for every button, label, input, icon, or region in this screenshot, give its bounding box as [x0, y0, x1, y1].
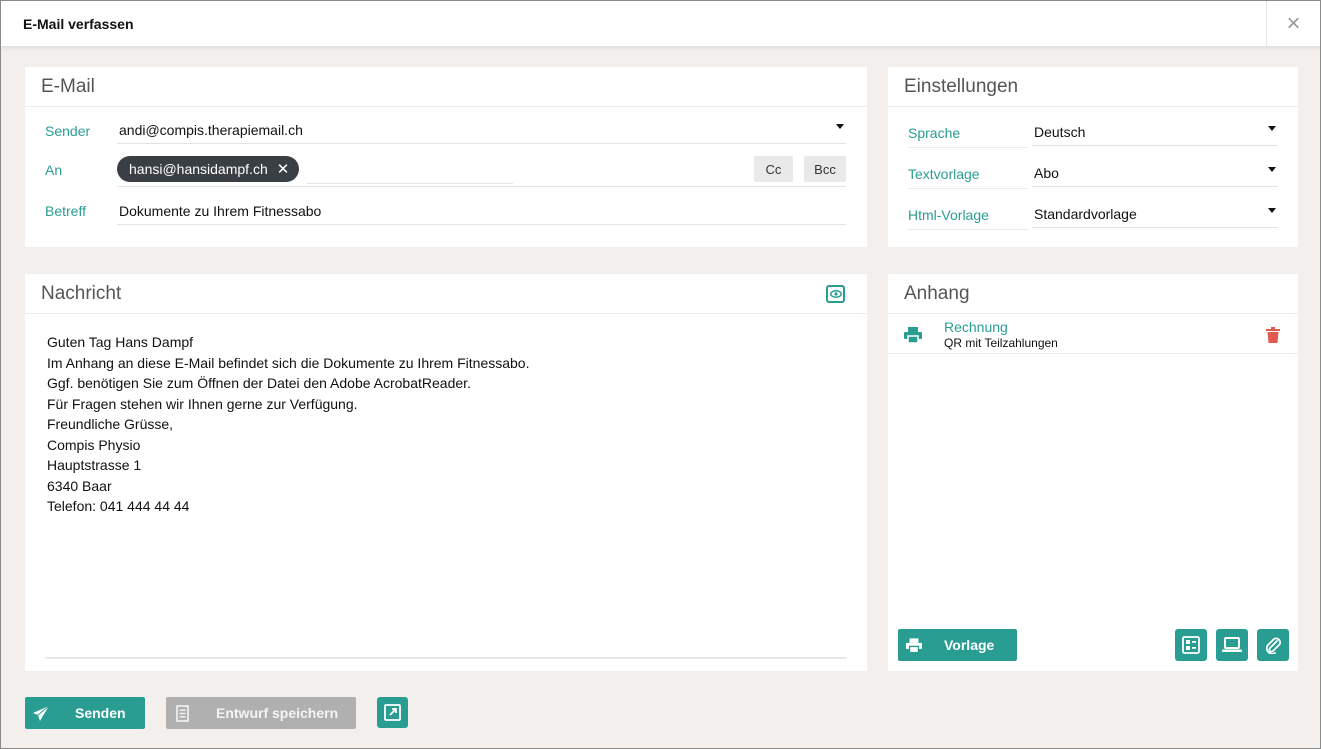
- attachment-panel: Anhang Rechnung QR mit Teilzahlungen Vor…: [888, 274, 1298, 671]
- attachment-panel-header: Anhang: [888, 274, 1298, 314]
- chevron-down-icon: [1268, 167, 1276, 172]
- computer-attachment-button[interactable]: [1216, 629, 1248, 661]
- paper-plane-icon: [33, 705, 50, 721]
- send-button-label: Senden: [75, 705, 126, 721]
- message-bottom-border: [45, 657, 847, 659]
- add-attachment-button[interactable]: [1257, 629, 1289, 661]
- bcc-button[interactable]: Bcc: [804, 156, 846, 182]
- sender-select[interactable]: andi@compis.therapiemail.ch: [117, 116, 846, 144]
- form-icon: [1182, 636, 1200, 654]
- attachment-title: Rechnung: [944, 319, 1008, 335]
- paperclip-icon: [1265, 637, 1281, 654]
- save-draft-button[interactable]: Entwurf speichern: [166, 697, 356, 729]
- external-link-icon: [384, 704, 401, 721]
- language-label: Sprache: [908, 125, 961, 141]
- message-line: 6340 Baar: [47, 477, 112, 494]
- subject-label: Betreff: [45, 203, 86, 219]
- text-template-value: Abo: [1034, 164, 1059, 181]
- close-button[interactable]: ×: [1266, 1, 1320, 47]
- attachment-item[interactable]: Rechnung QR mit Teilzahlungen: [888, 314, 1298, 354]
- cc-button[interactable]: Cc: [754, 156, 793, 182]
- titlebar: E-Mail verfassen ×: [1, 1, 1320, 47]
- attachment-panel-title: Anhang: [904, 282, 970, 304]
- save-draft-button-label: Entwurf speichern: [216, 705, 339, 721]
- trash-icon[interactable]: [1266, 327, 1280, 343]
- to-divider: [117, 186, 846, 187]
- message-line: Im Anhang an diese E-Mail befindet sich …: [47, 354, 530, 371]
- send-button[interactable]: Senden: [25, 697, 145, 729]
- to-label: An: [45, 162, 63, 178]
- printer-icon: [906, 637, 922, 653]
- message-line: Hauptstrasse 1: [47, 457, 142, 473]
- chevron-down-icon: [1268, 208, 1276, 213]
- text-template-label-underline: [908, 188, 1028, 189]
- document-icon: [176, 704, 189, 722]
- preview-icon[interactable]: [826, 285, 845, 303]
- laptop-icon: [1222, 637, 1242, 652]
- chevron-down-icon: [836, 124, 844, 129]
- settings-panel: Einstellungen Sprache Deutsch Textvorlag…: [888, 67, 1298, 247]
- message-line: Compis Physio: [47, 436, 141, 453]
- html-template-value: Standardvorlage: [1034, 205, 1137, 222]
- message-line: Telefon: 041 444 44 44: [47, 498, 190, 514]
- message-line: Guten Tag Hans Dampf: [47, 334, 194, 350]
- form-attachment-button[interactable]: [1175, 629, 1207, 661]
- settings-panel-header: Einstellungen: [888, 67, 1298, 107]
- settings-panel-title: Einstellungen: [904, 75, 1019, 97]
- message-panel: Nachricht Guten Tag Hans Dampf Im Anhang…: [25, 274, 867, 671]
- sender-label: Sender: [45, 123, 91, 139]
- subject-input[interactable]: Dokumente zu Ihrem Fitnessabo: [117, 197, 846, 225]
- dialog-title: E-Mail verfassen: [23, 16, 134, 32]
- eye-icon: [829, 290, 842, 298]
- printer-icon: [904, 327, 922, 343]
- subject-value: Dokumente zu Ihrem Fitnessabo: [119, 202, 322, 219]
- language-select[interactable]: Deutsch: [1032, 118, 1278, 146]
- message-body[interactable]: Guten Tag Hans Dampf Im Anhang an diese …: [47, 332, 529, 517]
- message-panel-title: Nachricht: [41, 282, 122, 304]
- compose-email-dialog: E-Mail verfassen × E-Mail Sender andi@co…: [0, 0, 1321, 749]
- sender-value: andi@compis.therapiemail.ch: [119, 121, 303, 138]
- template-button-label: Vorlage: [944, 637, 995, 653]
- close-icon: ×: [1286, 10, 1301, 37]
- template-button[interactable]: Vorlage: [898, 629, 1017, 661]
- html-template-select[interactable]: Standardvorlage: [1032, 200, 1278, 228]
- message-line: Für Fragen stehen wir Ihnen gerne zur Ve…: [47, 395, 358, 412]
- message-panel-header: Nachricht: [25, 274, 867, 314]
- text-template-label: Textvorlage: [908, 166, 980, 182]
- html-template-label-underline: [908, 229, 1028, 230]
- language-value: Deutsch: [1034, 123, 1086, 140]
- message-line: Freundliche Grüsse,: [47, 416, 174, 432]
- attachment-subtitle: QR mit Teilzahlungen: [944, 336, 1058, 350]
- recipient-input[interactable]: [307, 156, 513, 184]
- chevron-down-icon: [1268, 126, 1276, 131]
- email-panel: E-Mail Sender andi@compis.therapiemail.c…: [25, 67, 867, 247]
- email-panel-header: E-Mail: [25, 67, 867, 107]
- language-label-underline: [908, 147, 1028, 148]
- email-panel-title: E-Mail: [41, 75, 95, 97]
- text-template-select[interactable]: Abo: [1032, 159, 1278, 187]
- recipient-chip[interactable]: hansi@hansidampf.ch ✕: [117, 156, 300, 182]
- open-external-button[interactable]: [377, 697, 408, 728]
- recipient-chip-label: hansi@hansidampf.ch: [129, 161, 268, 177]
- remove-recipient-icon[interactable]: ✕: [277, 160, 290, 178]
- message-line: Ggf. benötigen Sie zum Öffnen der Datei …: [47, 375, 471, 391]
- html-template-label: Html-Vorlage: [908, 207, 989, 223]
